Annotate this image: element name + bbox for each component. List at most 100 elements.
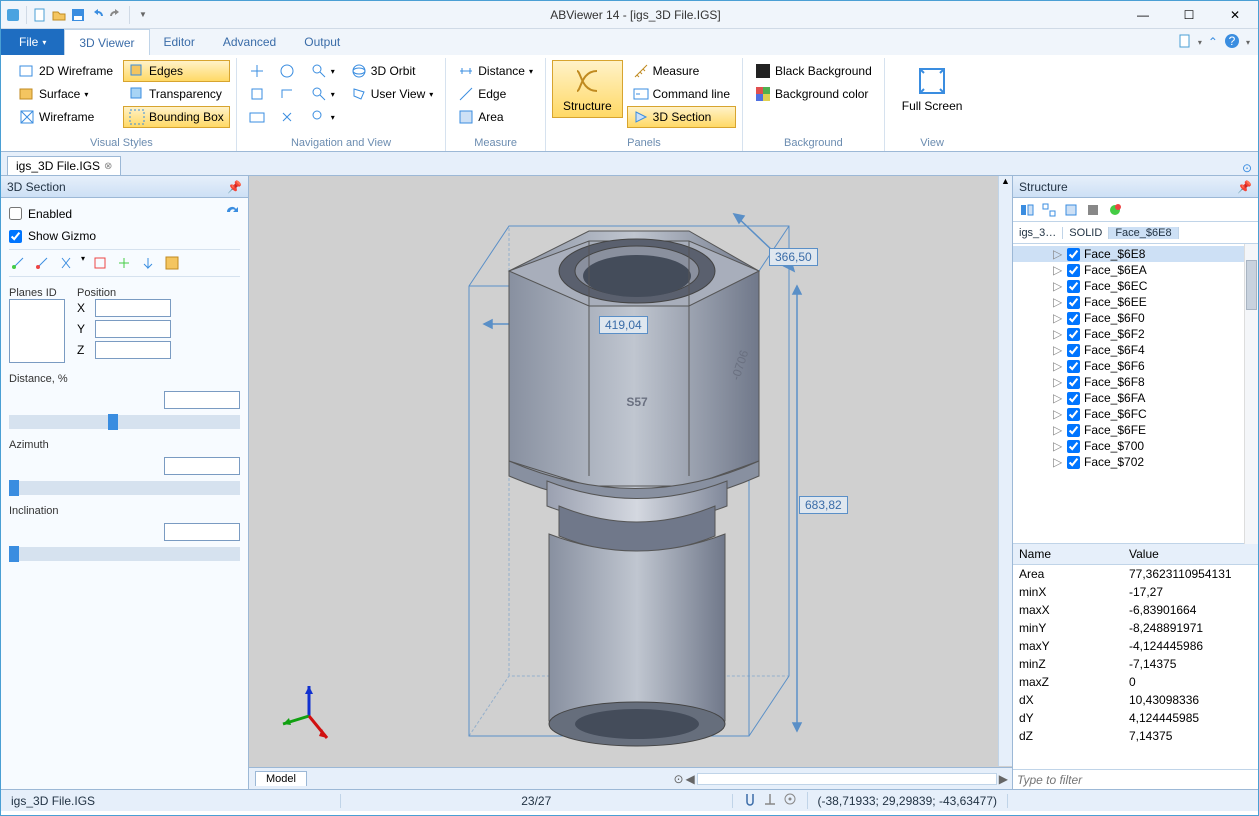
nav-icon-1[interactable] — [243, 60, 271, 82]
user-view-button[interactable]: User View ▾ — [345, 83, 439, 105]
snap-icon-2[interactable] — [763, 792, 777, 809]
struct-tool-5[interactable] — [1106, 201, 1124, 219]
face-checkbox[interactable] — [1067, 360, 1080, 373]
2d-wireframe-button[interactable]: 2D Wireframe — [13, 60, 119, 82]
3d-section-button[interactable]: 3D Section — [627, 106, 736, 128]
z-input[interactable] — [95, 341, 171, 359]
edge-button[interactable]: Edge — [452, 83, 539, 105]
tree-row[interactable]: ▷ Face_$6F8 — [1013, 374, 1244, 390]
tree-row[interactable]: ▷ Face_$6E8 — [1013, 246, 1244, 262]
distance-input[interactable] — [164, 391, 240, 409]
face-checkbox[interactable] — [1067, 248, 1080, 261]
tree-row[interactable]: ▷ Face_$6FE — [1013, 422, 1244, 438]
tree-row[interactable]: ▷ Face_$6EE — [1013, 294, 1244, 310]
chevron-up-icon[interactable]: ⌃ — [1208, 35, 1218, 49]
tree-row[interactable]: ▷ Face_$6EC — [1013, 278, 1244, 294]
surface-button[interactable]: Surface ▾ — [13, 83, 119, 105]
zoom-extents-button[interactable]: ▾ — [305, 106, 341, 128]
section-tool-4[interactable] — [91, 254, 109, 272]
y-input[interactable] — [95, 320, 171, 338]
face-checkbox[interactable] — [1067, 408, 1080, 421]
tab-overflow-icon[interactable]: ⊙ — [1242, 161, 1252, 175]
tab-advanced[interactable]: Advanced — [209, 29, 290, 55]
zoom-button[interactable]: ▾ — [305, 60, 341, 82]
tree-row[interactable]: ▷ Face_$6F4 — [1013, 342, 1244, 358]
struct-tool-1[interactable] — [1018, 201, 1036, 219]
face-checkbox[interactable] — [1067, 440, 1080, 453]
new-icon[interactable] — [32, 7, 48, 23]
x-input[interactable] — [95, 299, 171, 317]
close-tab-icon[interactable]: ⊗ — [104, 161, 112, 172]
distance-button[interactable]: Distance ▾ — [452, 60, 539, 82]
distance-slider[interactable] — [9, 415, 240, 429]
nav-icon-6[interactable] — [273, 106, 301, 128]
azimuth-input[interactable] — [164, 457, 240, 475]
hscroll-expand-icon[interactable]: ⊙ — [673, 772, 683, 786]
tree-row[interactable]: ▷ Face_$6FC — [1013, 406, 1244, 422]
face-checkbox[interactable] — [1067, 280, 1080, 293]
tree-row[interactable]: ▷ Face_$6FA — [1013, 390, 1244, 406]
enabled-checkbox[interactable] — [9, 207, 22, 220]
struct-tool-2[interactable] — [1040, 201, 1058, 219]
face-checkbox[interactable] — [1067, 312, 1080, 325]
structure-pin-icon[interactable]: 📌 — [1237, 180, 1252, 194]
fullscreen-button[interactable]: Full Screen — [891, 60, 974, 118]
save-icon[interactable] — [70, 7, 86, 23]
transparency-button[interactable]: Transparency — [123, 83, 230, 105]
tree-row[interactable]: ▷ Face_$702 — [1013, 454, 1244, 470]
hscroll-right-icon[interactable]: ▶ — [999, 772, 1008, 786]
tree-row[interactable]: ▷ Face_$6F0 — [1013, 310, 1244, 326]
open-icon[interactable] — [51, 7, 67, 23]
face-checkbox[interactable] — [1067, 424, 1080, 437]
struct-tool-4[interactable] — [1084, 201, 1102, 219]
bc-face[interactable]: Face_$6E8 — [1109, 227, 1178, 239]
show-gizmo-checkbox[interactable] — [9, 230, 22, 243]
3d-orbit-button[interactable]: 3D Orbit — [345, 60, 439, 82]
tab-editor[interactable]: Editor — [150, 29, 209, 55]
tree-row[interactable]: ▷ Face_$700 — [1013, 438, 1244, 454]
document-tab[interactable]: igs_3D File.IGS⊗ — [7, 156, 121, 175]
azimuth-slider[interactable] — [9, 481, 240, 495]
structure-tree[interactable]: ▷ Face_$6E8▷ Face_$6EA▷ Face_$6EC▷ Face_… — [1013, 244, 1244, 544]
edges-button[interactable]: Edges — [123, 60, 230, 82]
command-line-button[interactable]: Command line — [627, 83, 736, 105]
area-button[interactable]: Area — [452, 106, 539, 128]
tree-row[interactable]: ▷ Face_$6F2 — [1013, 326, 1244, 342]
inclination-input[interactable] — [164, 523, 240, 541]
face-checkbox[interactable] — [1067, 328, 1080, 341]
page-icon[interactable] — [1178, 34, 1192, 51]
filter-input[interactable] — [1013, 769, 1258, 789]
bounding-box-button[interactable]: Bounding Box — [123, 106, 230, 128]
3d-viewport[interactable]: S57 -0706 419,04 366,50 683,82 ▲ Model ⊙… — [249, 176, 1012, 789]
inclination-slider[interactable] — [9, 547, 240, 561]
bc-solid[interactable]: SOLID — [1063, 227, 1109, 239]
section-refresh-icon[interactable] — [224, 204, 240, 223]
black-bg-button[interactable]: Black Background — [749, 60, 878, 82]
help-icon[interactable]: ? — [1224, 33, 1240, 52]
structure-button[interactable]: Structure — [552, 60, 623, 118]
face-checkbox[interactable] — [1067, 456, 1080, 469]
bg-color-button[interactable]: Background color — [749, 83, 878, 105]
measure-panel-button[interactable]: Measure — [627, 60, 736, 82]
face-checkbox[interactable] — [1067, 392, 1080, 405]
minimize-button[interactable]: — — [1120, 1, 1166, 29]
face-checkbox[interactable] — [1067, 296, 1080, 309]
bc-root[interactable]: igs_3… — [1013, 227, 1063, 239]
maximize-button[interactable]: ☐ — [1166, 1, 1212, 29]
hscroll-left-icon[interactable]: ◀ — [686, 772, 695, 786]
undo-icon[interactable] — [89, 7, 105, 23]
nav-icon-3[interactable] — [243, 83, 271, 105]
planes-id-listbox[interactable] — [9, 299, 65, 363]
tree-row[interactable]: ▷ Face_$6F6 — [1013, 358, 1244, 374]
section-tool-1[interactable] — [9, 254, 27, 272]
nav-icon-4[interactable] — [273, 83, 301, 105]
zoom-fit-button[interactable]: ▾ — [305, 83, 341, 105]
section-tool-5[interactable] — [115, 254, 133, 272]
section-tool-3[interactable] — [57, 254, 75, 272]
tree-scrollbar[interactable] — [1244, 244, 1258, 544]
face-checkbox[interactable] — [1067, 376, 1080, 389]
nav-icon-5[interactable] — [243, 106, 271, 128]
close-button[interactable]: ✕ — [1212, 1, 1258, 29]
section-tool-6[interactable] — [139, 254, 157, 272]
snap-icon-3[interactable] — [783, 792, 797, 809]
